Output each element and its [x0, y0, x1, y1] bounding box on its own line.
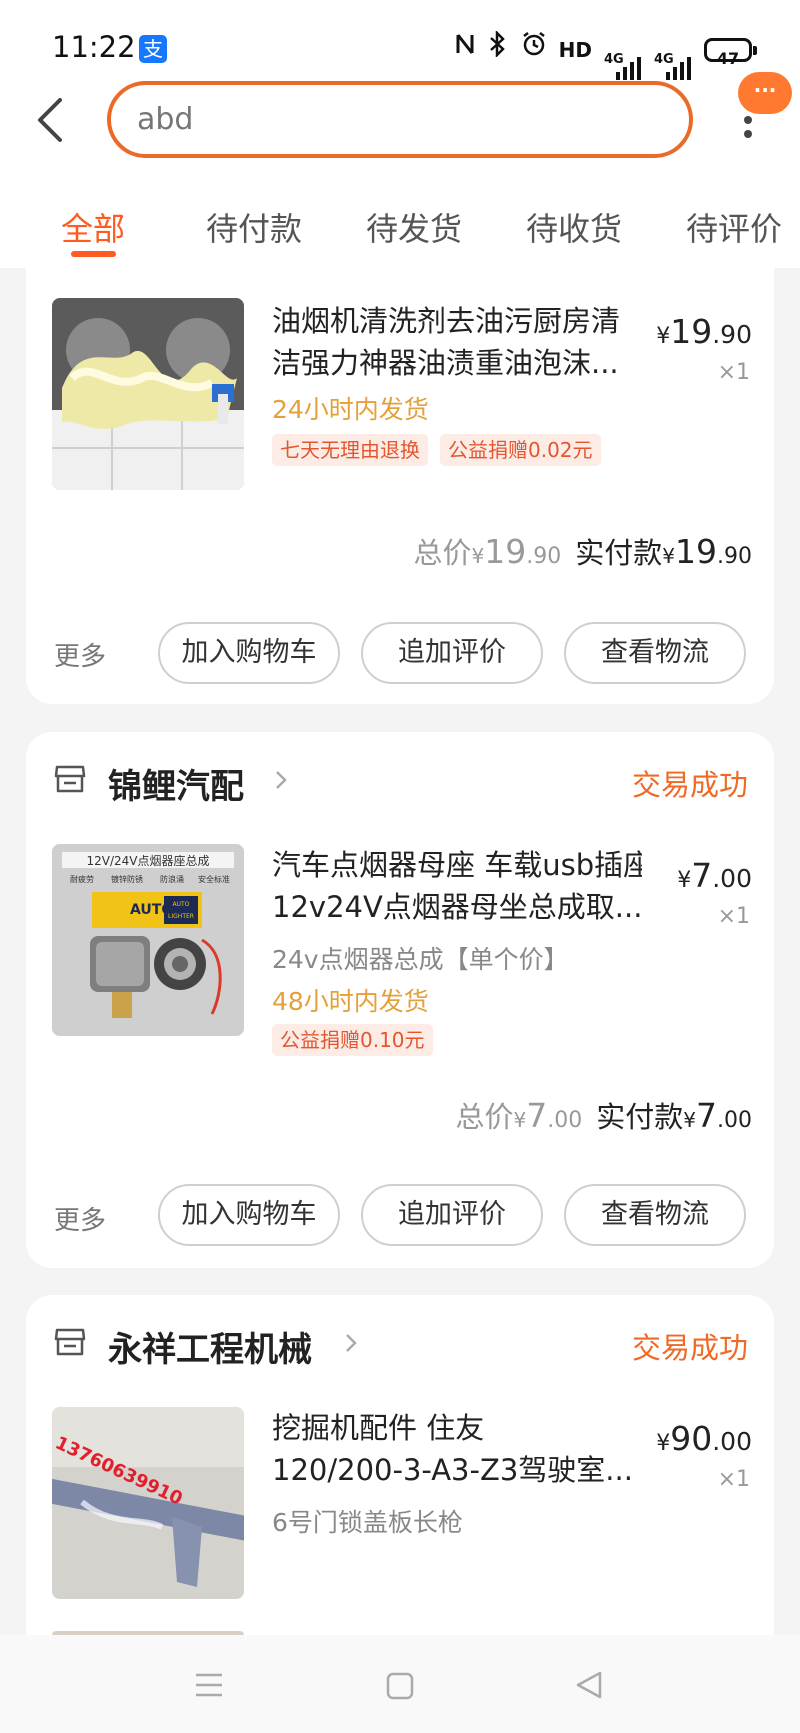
product-thumbnail[interactable]: 13760639910 [52, 1407, 244, 1599]
home-icon[interactable] [385, 1671, 415, 1701]
svg-text:12V/24V点烟器座总成: 12V/24V点烟器座总成 [86, 853, 209, 868]
bluetooth-icon [487, 29, 509, 69]
product-tags: 七天无理由退换 公益捐赠0.02元 [272, 434, 601, 466]
more-options-icon[interactable] [741, 112, 755, 142]
tag-return-policy: 七天无理由退换 [272, 434, 428, 466]
view-logistics-button[interactable]: 查看物流 [564, 622, 746, 684]
tab-pending-shipment[interactable]: 待发货 [366, 204, 462, 250]
product-thumbnail[interactable] [52, 298, 244, 490]
order-status: 交易成功 [631, 1331, 748, 1365]
chevron-right-icon [346, 1334, 357, 1352]
chevron-left-icon [38, 98, 62, 142]
product-title[interactable]: 油烟机清洗剂去油污厨房清 洁强力神器油渍重油泡沫... [272, 300, 642, 384]
tab-pending-receipt[interactable]: 待收货 [526, 204, 622, 250]
hd-icon: HD [558, 38, 592, 62]
item-quantity: ×1 [717, 360, 750, 385]
product-title[interactable]: 汽车点烟器母座 车载usb插座 12v24V点烟器母坐总成取... [272, 844, 642, 928]
order-card: 永祥工程机械 交易成功 13760639910 挖掘机配件 住友 120/200… [26, 1295, 774, 1635]
svg-text:安全标准: 安全标准 [198, 874, 230, 884]
alipay-app-icon: 支 [139, 35, 167, 63]
product-thumbnail[interactable]: 12V/24V点烟器座总成 耐疲劳 镀锌防锈 防浪涌 安全标准 AUTO AUT… [52, 844, 244, 1036]
item-quantity: ×1 [717, 1467, 750, 1492]
shop-header[interactable]: 锦鲤汽配 交易成功 [26, 732, 774, 824]
product-sku: 24v点烟器总成【单个价】 [272, 945, 569, 974]
shop-name[interactable]: 锦鲤汽配 [108, 759, 244, 808]
tag-charity: 公益捐赠0.10元 [272, 1024, 433, 1056]
order-card: 锦鲤汽配 交易成功 12V/24V点烟器座总成 耐疲劳 镀锌防锈 防浪涌 安全标… [26, 732, 774, 1268]
order-card: 油烟机清洗剂去油污厨房清 洁强力神器油渍重油泡沫... 24小时内发货 七天无理… [26, 268, 774, 704]
shop-header[interactable]: 永祥工程机械 交易成功 [26, 1295, 774, 1387]
tab-pending-review[interactable]: 待评价 [686, 204, 782, 250]
status-icons: HD 4G 4G 47 [455, 29, 757, 80]
menu-icon[interactable] [194, 1672, 224, 1698]
tab-active-indicator [71, 251, 116, 257]
svg-text:镀锌防锈: 镀锌防锈 [111, 874, 143, 884]
item-price: ¥7.00 [677, 856, 752, 895]
svg-text:防浪涌: 防浪涌 [160, 874, 184, 884]
message-bubble-icon[interactable]: ··· [738, 72, 792, 114]
store-icon [54, 1328, 86, 1356]
shop-name[interactable]: 永祥工程机械 [108, 1322, 312, 1371]
excavator-part-image: 13760639910 [52, 1407, 244, 1599]
order-status: 交易成功 [631, 768, 748, 802]
chevron-right-icon [276, 771, 287, 789]
status-time: 11:22 [52, 30, 136, 64]
more-link[interactable]: 更多 [54, 636, 106, 673]
order-tabs: 全部 待付款 待发货 待收货 待评价 [0, 196, 800, 268]
item-price: ¥19.90 [656, 312, 752, 351]
svg-text:LIGHTER: LIGHTER [168, 913, 194, 920]
item-quantity: ×1 [717, 904, 750, 929]
order-totals: 总价¥19.90 实付款¥19.90 [413, 532, 753, 571]
more-link[interactable]: 更多 [54, 1200, 106, 1237]
nfc-icon [455, 32, 475, 68]
svg-text:AUTO: AUTO [173, 901, 190, 908]
tag-charity: 公益捐赠0.02元 [440, 434, 601, 466]
view-logistics-button[interactable]: 查看物流 [564, 1184, 746, 1246]
add-review-button[interactable]: 追加评价 [361, 1184, 543, 1246]
system-navigation-bar [0, 1635, 800, 1733]
cigarette-lighter-socket-image: 12V/24V点烟器座总成 耐疲劳 镀锌防锈 防浪涌 安全标准 AUTO AUT… [52, 844, 244, 1036]
back-button[interactable] [30, 92, 74, 148]
battery-icon: 47 [704, 38, 757, 68]
store-icon [54, 765, 86, 793]
add-to-cart-button[interactable]: 加入购物车 [158, 1184, 340, 1246]
order-totals: 总价¥7.00 实付款¥7.00 [455, 1096, 753, 1135]
item-price: ¥90.00 [656, 1419, 752, 1458]
product-sku: 6号门锁盖板长枪 [272, 1508, 463, 1537]
tab-all[interactable]: 全部 [61, 204, 125, 250]
product-tags: 公益捐赠0.10元 [272, 1024, 433, 1056]
alarm-icon [521, 31, 547, 69]
svg-text:耐疲劳: 耐疲劳 [70, 874, 94, 884]
shipping-promise: 48小时内发货 [272, 987, 429, 1016]
shipping-promise: 24小时内发货 [272, 395, 429, 424]
search-input[interactable]: abd [107, 81, 693, 158]
tab-pending-payment[interactable]: 待付款 [206, 204, 302, 250]
range-hood-cleaner-image [52, 298, 244, 490]
product-title[interactable]: 挖掘机配件 住友 120/200-3-A3-Z3驾驶室... [272, 1407, 642, 1491]
back-triangle-icon[interactable] [574, 1670, 604, 1700]
add-review-button[interactable]: 追加评价 [361, 622, 543, 684]
add-to-cart-button[interactable]: 加入购物车 [158, 622, 340, 684]
